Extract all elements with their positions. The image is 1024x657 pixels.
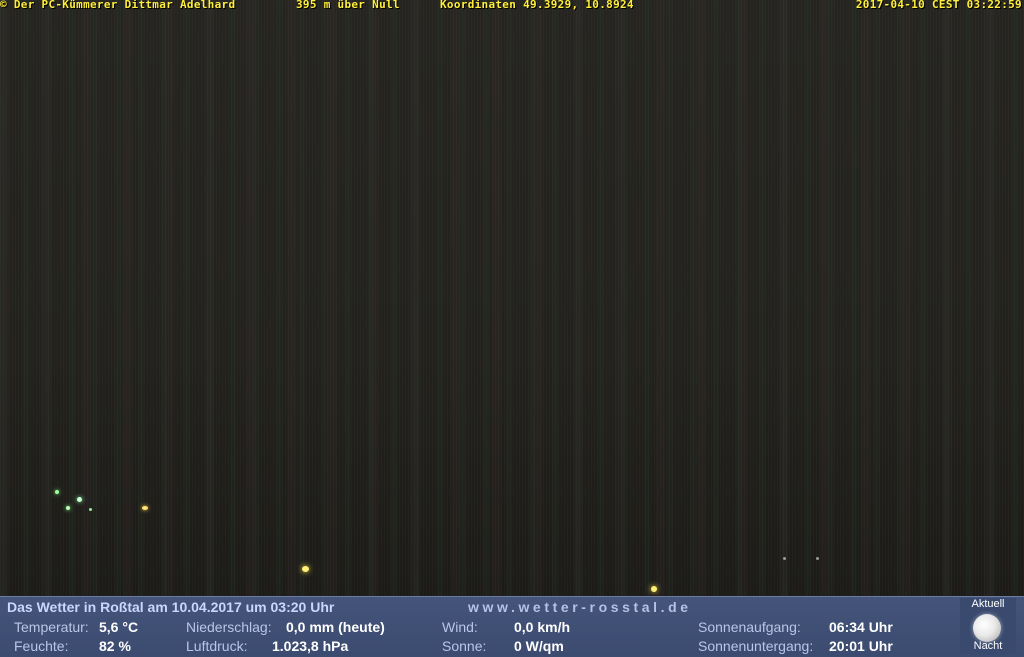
sunrise-label: Sonnenaufgang: bbox=[698, 619, 801, 635]
wind-label: Wind: bbox=[442, 619, 478, 635]
coordinates-text: Koordinaten 49.3929, 10.8924 bbox=[440, 0, 634, 11]
temperature-value: 5,6 °C bbox=[99, 619, 139, 635]
distant-light bbox=[816, 557, 819, 560]
distant-light bbox=[77, 497, 82, 502]
distant-light bbox=[66, 506, 70, 510]
copyright-text: © Der PC-Kümmerer Dittmar Adelhard bbox=[0, 0, 236, 11]
sun-value: 0 W/qm bbox=[514, 638, 564, 654]
distant-light bbox=[783, 557, 786, 560]
weather-panel: Das Wetter in Roßtal am 10.04.2017 um 03… bbox=[0, 596, 1024, 657]
webcam-image bbox=[0, 0, 1024, 596]
distant-light bbox=[651, 586, 657, 592]
sunset-value: 20:01 Uhr bbox=[829, 638, 893, 654]
weather-title: Das Wetter in Roßtal am 10.04.2017 um 03… bbox=[7, 599, 335, 615]
temperature-label: Temperatur: bbox=[14, 619, 89, 635]
precipitation-value: 0,0 mm (heute) bbox=[286, 619, 385, 635]
sun-label: Sonne: bbox=[442, 638, 487, 654]
full-moon-icon bbox=[973, 614, 1001, 642]
moon-bottom-label: Nacht bbox=[973, 640, 1003, 652]
distant-light bbox=[55, 490, 59, 494]
precipitation-label: Niederschlag: bbox=[186, 619, 272, 635]
pressure-label: Luftdruck: bbox=[186, 638, 248, 654]
wind-value: 0,0 km/h bbox=[514, 619, 571, 635]
distant-light bbox=[142, 506, 148, 510]
humidity-value: 82 % bbox=[99, 638, 131, 654]
sunset-label: Sonnenuntergang: bbox=[698, 638, 814, 654]
distant-light bbox=[302, 566, 309, 572]
moon-phase-box: Aktuell Nacht bbox=[960, 598, 1016, 654]
website-link[interactable]: www.wetter-rosstal.de bbox=[468, 599, 692, 615]
altitude-text: 395 m über Null bbox=[296, 0, 400, 11]
moon-top-label: Aktuell bbox=[971, 598, 1005, 610]
humidity-label: Feuchte: bbox=[14, 638, 69, 654]
distant-light bbox=[89, 508, 92, 511]
sunrise-value: 06:34 Uhr bbox=[829, 619, 893, 635]
pressure-value: 1.023,8 hPa bbox=[272, 638, 349, 654]
timestamp-text: 2017-04-10 CEST 03:22:59 bbox=[855, 0, 1022, 11]
